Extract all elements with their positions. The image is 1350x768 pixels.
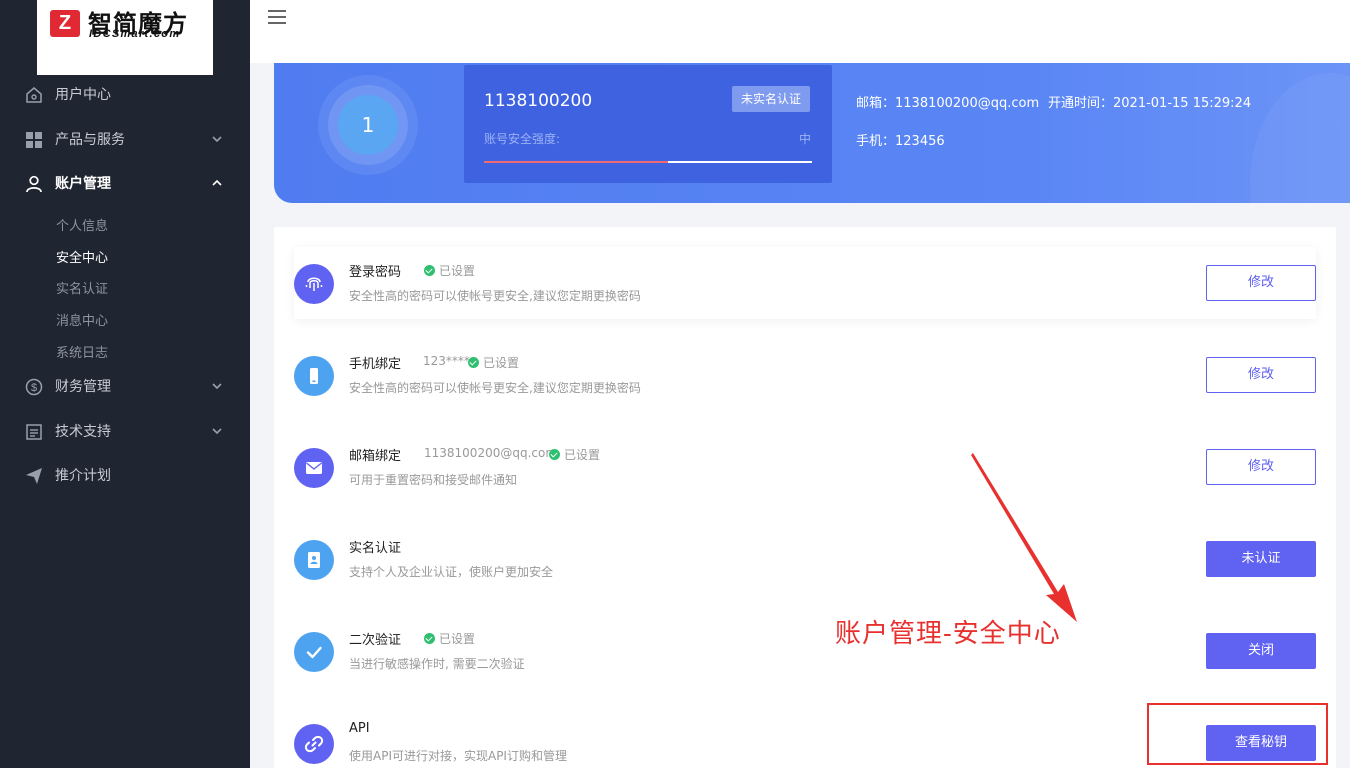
bound-email: 1138100200@qq.com — [424, 446, 558, 460]
avatar: 1 — [338, 95, 398, 155]
check-circle-icon — [549, 449, 560, 460]
email-value: 1138100200@qq.com — [895, 96, 1040, 111]
security-strength-level: 中 — [799, 132, 812, 146]
account-id: 1138100200 — [484, 91, 593, 111]
open-time-value: 2021-01-15 15:29:24 — [1113, 96, 1252, 111]
status-badge: 已设置 — [424, 630, 475, 647]
logo-mark-icon: Z — [50, 10, 80, 37]
checkmark-icon — [294, 632, 334, 672]
chevron-down-icon — [212, 428, 222, 435]
security-strength-label: 账号安全强度: — [484, 132, 561, 146]
status-text: 已设置 — [564, 448, 601, 462]
modify-phone-button[interactable]: 修改 — [1206, 357, 1316, 393]
chevron-down-icon — [212, 383, 222, 390]
row-title: 邮箱绑定 — [349, 449, 402, 464]
annotation-highlight-box — [1147, 703, 1328, 765]
top-bar — [250, 0, 1350, 63]
modify-email-button[interactable]: 修改 — [1206, 449, 1316, 485]
row-description: 安全性高的密码可以使帐号更安全,建议您定期更换密码 — [349, 381, 641, 395]
security-settings-panel: 登录密码 已设置 安全性高的密码可以使帐号更安全,建议您定期更换密码 修改 手机… — [274, 227, 1336, 768]
svg-text:$: $ — [31, 382, 37, 394]
row-description: 支持个人及企业认证，使账户更加安全 — [349, 565, 554, 579]
security-row-real-name: 实名认证 支持个人及企业认证，使账户更加安全 未认证 — [294, 523, 1316, 595]
phone-label: 手机： — [856, 134, 896, 149]
open-time-info: 开通时间：2021-01-15 15:29:24 — [1048, 92, 1251, 111]
banner-decoration — [1250, 73, 1350, 203]
check-circle-icon — [468, 357, 479, 368]
account-banner: 1 1138100200 未实名认证 账号安全强度: 中 邮箱：11381002… — [274, 63, 1350, 203]
row-title: 二次验证 — [349, 633, 402, 648]
masked-phone: 123**** — [423, 354, 470, 368]
row-title: API — [349, 721, 370, 736]
sidebar-item-finance[interactable]: $ 财务管理 — [0, 369, 250, 405]
security-row-two-factor: 二次验证 已设置 当进行敏感操作时, 需要二次验证 关闭 — [294, 615, 1316, 687]
security-strength-bar — [484, 161, 812, 163]
open-time-label: 开通时间： — [1048, 96, 1114, 111]
row-description: 可用于重置密码和接受邮件通知 — [349, 473, 518, 487]
check-circle-icon — [424, 265, 435, 276]
logo-name-en: IDCSmart.com — [89, 28, 181, 40]
chevron-up-icon — [212, 179, 222, 186]
sidebar-item-label: 技术支持 — [55, 424, 111, 440]
grid-icon — [26, 132, 42, 148]
unverified-button[interactable]: 未认证 — [1206, 541, 1316, 577]
submenu-item-real-name[interactable]: 实名认证 — [56, 278, 108, 297]
sidebar-item-label: 财务管理 — [55, 379, 111, 395]
chevron-down-icon — [212, 136, 222, 143]
security-row-phone: 手机绑定 123**** 已设置 安全性高的密码可以使帐号更安全,建议您定期更换… — [294, 339, 1316, 411]
id-card-icon — [294, 540, 334, 580]
row-description: 当进行敏感操作时, 需要二次验证 — [349, 657, 525, 671]
row-description: 使用API可进行对接，实现API订购和管理 — [349, 749, 567, 763]
phone-icon — [294, 356, 334, 396]
account-card: 1138100200 未实名认证 账号安全强度: 中 — [464, 65, 832, 183]
submenu-item-security-center[interactable]: 安全中心 — [56, 247, 108, 266]
sidebar-item-label: 账户管理 — [55, 176, 111, 192]
disable-two-factor-button[interactable]: 关闭 — [1206, 633, 1316, 669]
status-text: 已设置 — [439, 632, 476, 646]
row-description: 安全性高的密码可以使帐号更安全,建议您定期更换密码 — [349, 289, 641, 303]
sidebar-item-label: 产品与服务 — [55, 132, 125, 148]
row-title: 实名认证 — [349, 541, 402, 556]
status-badge: 已设置 — [424, 262, 475, 279]
link-icon — [294, 724, 334, 764]
sidebar-item-products[interactable]: 产品与服务 — [0, 122, 250, 158]
sidebar-item-account[interactable]: 账户管理 — [0, 166, 250, 202]
email-label: 邮箱： — [856, 96, 896, 111]
dollar-icon: $ — [25, 378, 43, 396]
row-title: 登录密码 — [349, 265, 402, 280]
sidebar: Z 智简魔方 IDCSmart.com 用户中心 产品与服务 账户管理 个人信息… — [0, 0, 250, 768]
status-badge: 已设置 — [549, 446, 600, 463]
sidebar-item-user-center[interactable]: 用户中心 — [0, 77, 250, 113]
unverified-badge[interactable]: 未实名认证 — [732, 86, 811, 112]
email-info: 邮箱：1138100200@qq.com — [856, 92, 1039, 111]
sidebar-item-label: 推介计划 — [55, 468, 111, 484]
phone-value: 123456 — [895, 134, 945, 149]
hamburger-menu-icon[interactable] — [268, 10, 286, 26]
status-text: 已设置 — [483, 356, 520, 370]
status-text: 已设置 — [439, 264, 476, 278]
security-row-email: 邮箱绑定 1138100200@qq.com 已设置 可用于重置密码和接受邮件通… — [294, 431, 1316, 503]
home-icon — [26, 87, 42, 103]
document-icon — [26, 424, 42, 440]
row-title: 手机绑定 — [349, 357, 402, 372]
mail-icon — [294, 448, 334, 488]
security-strength-fill — [484, 161, 668, 163]
submenu-item-messages[interactable]: 消息中心 — [56, 310, 108, 329]
submenu-item-system-log[interactable]: 系统日志 — [56, 342, 108, 361]
submenu-item-personal-info[interactable]: 个人信息 — [56, 215, 108, 234]
phone-info: 手机：123456 — [856, 130, 945, 149]
fingerprint-icon — [294, 264, 334, 304]
sidebar-item-referral[interactable]: 推介计划 — [0, 458, 250, 494]
annotation-arrow — [971, 453, 1077, 622]
modify-password-button[interactable]: 修改 — [1206, 265, 1316, 301]
logo[interactable]: Z 智简魔方 IDCSmart.com — [37, 0, 213, 75]
security-row-login-password: 登录密码 已设置 安全性高的密码可以使帐号更安全,建议您定期更换密码 修改 — [294, 247, 1316, 319]
status-badge: 已设置 — [468, 354, 519, 371]
user-icon — [26, 175, 42, 193]
sidebar-item-label: 用户中心 — [55, 87, 111, 103]
sidebar-item-tech-support[interactable]: 技术支持 — [0, 414, 250, 450]
annotation-text: 账户管理-安全中心 — [835, 619, 1061, 649]
check-circle-icon — [424, 633, 435, 644]
paper-plane-icon — [26, 468, 42, 484]
